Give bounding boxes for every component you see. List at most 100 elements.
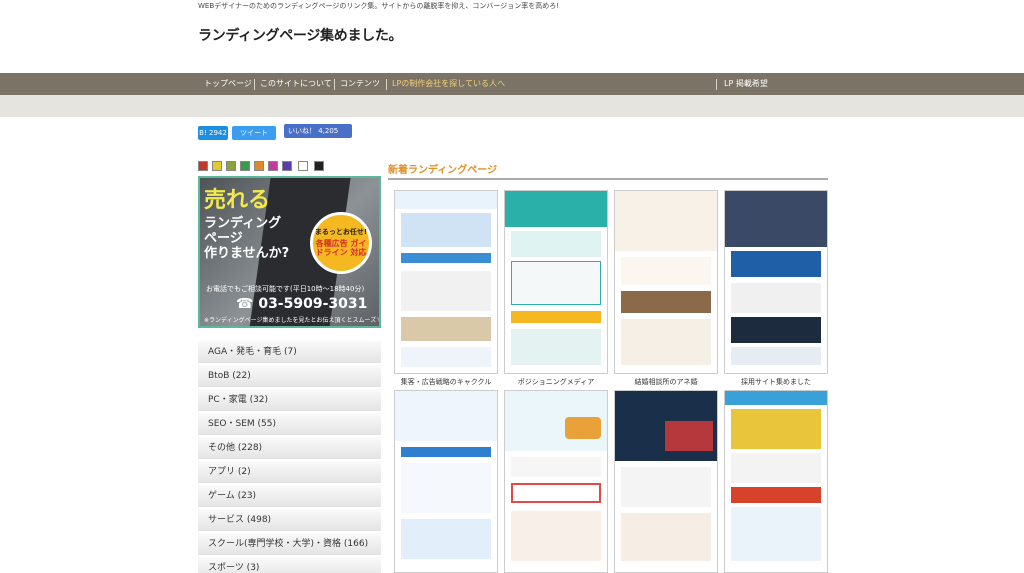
- thumbnail-bar: [401, 253, 491, 263]
- thumbnail-bar: [511, 311, 601, 323]
- thumbnail-headline: [665, 421, 713, 451]
- banner-subheadline-3: 作りませんか?: [204, 246, 290, 261]
- nav-separator: [254, 79, 255, 90]
- color-swatch-pink[interactable]: [268, 161, 278, 171]
- lp-thumbnail-card[interactable]: [394, 190, 498, 374]
- color-swatch-orange[interactable]: [254, 161, 264, 171]
- lp-thumbnail-card[interactable]: [614, 390, 718, 573]
- thumbnail-hero: [401, 213, 491, 247]
- thumbnail-cta: [511, 483, 601, 503]
- thumbnail-content: [511, 457, 601, 477]
- thumbnail-content: [621, 319, 711, 365]
- category-item[interactable]: BtoB (22): [198, 365, 381, 389]
- lp-title[interactable]: 採用サイト集めました: [721, 377, 831, 387]
- banner-note: ※ランディングページ集めましたを見たとお伝え頂くとスムーズです: [204, 317, 381, 324]
- site-title[interactable]: ランディングページ集めました。: [198, 25, 403, 45]
- nav-separator: [386, 79, 387, 90]
- thumbnail-price-badge: [565, 417, 601, 439]
- color-swatch-purple[interactable]: [282, 161, 292, 171]
- thumbnail-header: [505, 191, 607, 227]
- category-item[interactable]: その他 (228): [198, 437, 381, 461]
- thumbnail-photo: [621, 513, 711, 561]
- hatena-bookmark-button[interactable]: B! 2942: [198, 126, 228, 140]
- sub-bar: [0, 95, 1024, 117]
- page: WEBデザイナーのためのランディングページのリンク集。サイトからの離脱率を抑え、…: [0, 0, 1024, 573]
- banner-badge: まるっとお任せ! 各種広告 ガイドライン 対応: [310, 212, 372, 274]
- thumbnail-content: [731, 453, 821, 483]
- color-swatch-olive[interactable]: [226, 161, 236, 171]
- nav-item-contents[interactable]: コンテンツ: [340, 73, 380, 95]
- thumbnail-footer: [511, 329, 601, 365]
- thumbnail-photo: [511, 511, 601, 561]
- lp-thumbnail-card[interactable]: [504, 390, 608, 573]
- thumbnail-header: [395, 191, 497, 209]
- nav-item-top[interactable]: トップページ: [204, 73, 252, 95]
- nav-separator: [716, 79, 717, 90]
- banner-phone: ☎ 03-5909-3031: [236, 296, 367, 312]
- lp-title[interactable]: 集客・広告戦略のキャククル: [391, 377, 501, 387]
- category-item[interactable]: スクール(専門学校・大学)・資格 (166): [198, 533, 381, 557]
- thumbnail-header: [725, 391, 827, 405]
- thumbnail-header: [615, 191, 717, 251]
- color-swatch-yellow[interactable]: [212, 161, 222, 171]
- banner-subheadline-1: ランディング: [204, 216, 282, 231]
- category-item[interactable]: PC・家電 (32): [198, 389, 381, 413]
- lp-thumbnail-card[interactable]: [614, 190, 718, 374]
- thumbnail-hero: [731, 409, 821, 449]
- lp-thumbnail-card[interactable]: [394, 390, 498, 573]
- category-item[interactable]: ゲーム (23): [198, 485, 381, 509]
- banner-badge-top: まるっとお任せ!: [314, 228, 368, 236]
- color-swatch-red[interactable]: [198, 161, 208, 171]
- thumbnail-content: [731, 283, 821, 313]
- color-swatch-white[interactable]: [298, 161, 308, 171]
- thumbnail-photo: [731, 317, 821, 343]
- thumbnail-header: [395, 391, 497, 441]
- facebook-like-button[interactable]: いいね！ 4,205: [284, 124, 352, 138]
- lp-production-banner[interactable]: 売れる ランディング ページ 作りませんか? まるっとお任せ! 各種広告 ガイド…: [198, 176, 381, 328]
- banner-subheadline-2: ページ: [204, 231, 243, 246]
- section-divider: [388, 178, 828, 180]
- thumbnail-footer: [731, 347, 821, 365]
- thumbnail-hero: [621, 257, 711, 285]
- tweet-button[interactable]: ツイート: [232, 126, 276, 140]
- site-tagline: WEBデザイナーのためのランディングページのリンク集。サイトからの離脱率を抑え、…: [198, 2, 560, 10]
- banner-phone-number: 03-5909-3031: [258, 296, 368, 312]
- color-swatch-black[interactable]: [314, 161, 324, 171]
- nav-separator: [334, 79, 335, 90]
- thumbnail-footer: [731, 507, 821, 561]
- new-lp-section-title: 新着ランディングページ: [388, 165, 498, 176]
- banner-headline: 売れる: [204, 188, 271, 213]
- category-list: AGA・発毛・育毛 (7) BtoB (22) PC・家電 (32) SEO・S…: [198, 341, 381, 573]
- thumbnail-footer: [401, 347, 491, 367]
- color-swatch-green[interactable]: [240, 161, 250, 171]
- category-item[interactable]: アプリ (2): [198, 461, 381, 485]
- phone-icon: ☎: [236, 296, 254, 312]
- nav-item-about[interactable]: このサイトについて: [260, 73, 332, 95]
- lp-title[interactable]: ポジショニングメディア: [501, 377, 611, 387]
- thumbnail-content: [511, 261, 601, 305]
- thumbnail-photo: [401, 317, 491, 341]
- thumbnail-header: [725, 191, 827, 247]
- thumbnail-content: [401, 271, 491, 311]
- lp-title[interactable]: 結婚相談所のアネ婚: [611, 377, 721, 387]
- thumbnail-hero: [511, 231, 601, 257]
- category-item[interactable]: サービス (498): [198, 509, 381, 533]
- thumbnail-bar: [731, 487, 821, 503]
- global-nav: トップページ このサイトについて コンテンツ LPの制作会社を探している人へ L…: [0, 73, 1024, 95]
- thumbnail-content: [401, 463, 491, 513]
- lp-thumbnail-card[interactable]: [724, 390, 828, 573]
- thumbnail-footer: [401, 519, 491, 559]
- nav-item-submit[interactable]: LP 掲載希望: [724, 73, 768, 95]
- banner-badge-main: 各種広告 ガイドライン 対応: [315, 239, 367, 257]
- banner-call-text: お電話でもご相談可能です(平日10時〜18時40分): [206, 285, 365, 293]
- nav-item-agency[interactable]: LPの制作会社を探している人へ: [392, 73, 505, 95]
- lp-thumbnail-card[interactable]: [724, 190, 828, 374]
- lp-thumbnail-card[interactable]: [504, 190, 608, 374]
- category-item[interactable]: スポーツ (3): [198, 557, 381, 573]
- thumbnail-bar: [401, 447, 491, 457]
- category-item[interactable]: SEO・SEM (55): [198, 413, 381, 437]
- category-item[interactable]: AGA・発毛・育毛 (7): [198, 341, 381, 365]
- thumbnail-bar: [731, 251, 821, 277]
- thumbnail-photo: [621, 291, 711, 313]
- banner-subheadline: ランディング ページ 作りませんか?: [204, 216, 289, 261]
